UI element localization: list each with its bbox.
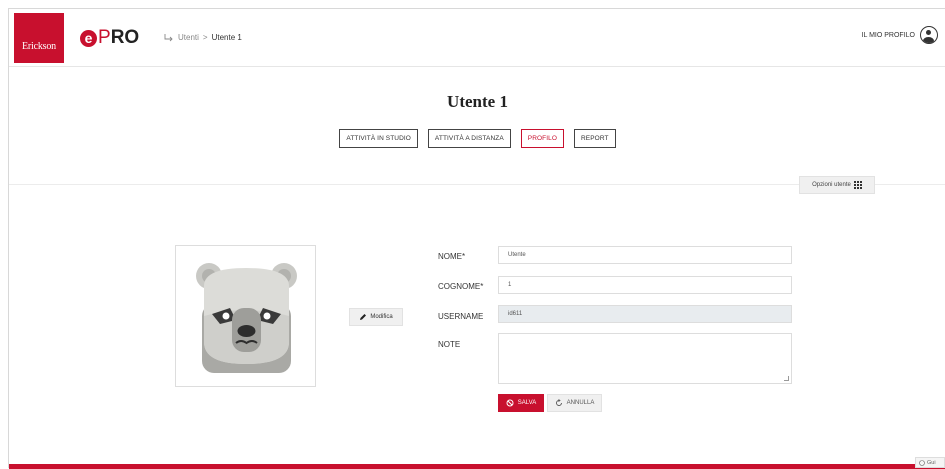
breadcrumb-parent-link[interactable]: Utenti	[178, 33, 199, 42]
nome-field[interactable]: Utente	[498, 246, 792, 264]
footer-accent-bar	[9, 464, 945, 469]
avatar	[175, 245, 316, 387]
tab-attivita-in-studio[interactable]: ATTIVITÀ IN STUDIO	[339, 129, 418, 148]
guide-button[interactable]: Gui	[915, 457, 945, 468]
note-textarea[interactable]	[498, 333, 792, 384]
save-label: SALVA	[518, 400, 536, 406]
save-button[interactable]: SALVA	[498, 394, 544, 412]
breadcrumb-separator: >	[203, 33, 208, 42]
help-icon	[919, 460, 925, 466]
nome-label: NOME*	[438, 252, 465, 261]
user-account-icon	[920, 26, 938, 44]
edit-avatar-button[interactable]: Modifica	[349, 308, 403, 326]
edit-avatar-label: Modifica	[370, 314, 392, 320]
polar-bear-avatar-icon	[176, 246, 317, 388]
pencil-icon	[359, 313, 367, 321]
erickson-logo-text: Erickson	[22, 41, 56, 52]
breadcrumb-current: Utente 1	[212, 33, 242, 42]
breadcrumb-arrow-icon	[164, 34, 174, 42]
epro-ro-letters: RO	[111, 27, 140, 49]
user-options-label: Opzioni utente	[812, 182, 851, 188]
page-title: Utente 1	[9, 92, 945, 112]
breadcrumb: Utenti > Utente 1	[164, 33, 242, 42]
refresh-icon	[555, 399, 563, 407]
cancel-button[interactable]: ANNULLA	[547, 394, 602, 412]
profile-tabs: ATTIVITÀ IN STUDIO ATTIVITÀ A DISTANZA P…	[9, 129, 945, 148]
tab-profilo[interactable]: PROFILO	[521, 129, 564, 148]
epro-logo[interactable]: ePRO	[80, 27, 139, 49]
ban-icon	[506, 399, 514, 407]
guide-label: Gui	[927, 460, 936, 466]
cognome-label: COGNOME*	[438, 282, 483, 291]
top-bar: Erickson ePRO Utenti > Utente 1 IL MIO P…	[9, 9, 945, 67]
epro-e-mark: e	[80, 30, 97, 47]
my-profile-label: IL MIO PROFILO	[862, 32, 915, 39]
my-profile-link[interactable]: IL MIO PROFILO	[862, 26, 938, 44]
cancel-label: ANNULLA	[567, 400, 595, 406]
erickson-logo[interactable]: Erickson	[14, 13, 64, 63]
grid-icon	[854, 181, 862, 189]
tab-report[interactable]: REPORT	[574, 129, 616, 148]
cognome-field[interactable]: 1	[498, 276, 792, 294]
resize-handle-icon[interactable]	[784, 376, 789, 381]
app-window: Erickson ePRO Utenti > Utente 1 IL MIO P…	[8, 8, 945, 468]
username-field: id611	[498, 305, 792, 323]
tab-attivita-a-distanza[interactable]: ATTIVITÀ A DISTANZA	[428, 129, 511, 148]
note-label: NOTE	[438, 340, 460, 349]
user-options-button[interactable]: Opzioni utente	[799, 176, 875, 194]
epro-p-letter: P	[98, 27, 111, 49]
username-label: USERNAME	[438, 312, 483, 321]
